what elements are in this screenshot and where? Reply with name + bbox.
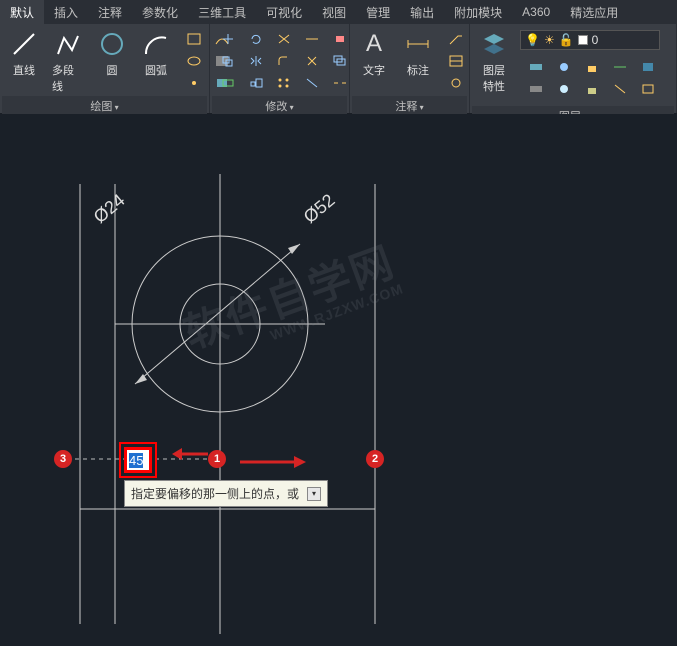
marker-1: 1 [208, 450, 226, 468]
tab-output[interactable]: 输出 [400, 0, 444, 25]
layer-tools [520, 54, 664, 102]
dim-24-text: Ø24 [90, 190, 129, 227]
tab-3dtools[interactable]: 三维工具 [188, 0, 256, 25]
explode-icon[interactable] [300, 52, 324, 70]
layer-lock-icon[interactable] [580, 58, 604, 76]
tab-featured[interactable]: 精选应用 [560, 0, 628, 25]
mirror-icon[interactable] [244, 52, 268, 70]
panel-annotation-title[interactable]: 注释 [352, 96, 467, 116]
color-swatch [578, 35, 588, 45]
drawing-svg: Ø24 Ø52 [0, 114, 677, 646]
tooltip-dropdown-icon[interactable]: ▾ [307, 487, 321, 501]
offset-tooltip: 指定要偏移的那一侧上的点，或 ▾ [124, 480, 328, 507]
dimension-icon [402, 28, 434, 60]
tab-default[interactable]: 默认 [0, 0, 44, 25]
tab-view[interactable]: 视图 [312, 0, 356, 25]
layer-freeze-icon[interactable] [552, 58, 576, 76]
line-icon [8, 28, 40, 60]
break-icon[interactable] [328, 74, 352, 92]
scale-icon[interactable] [244, 74, 268, 92]
arc-icon [140, 28, 172, 60]
arc-button[interactable]: 圆弧 [134, 26, 178, 80]
layer-properties-label: 图层 特性 [483, 62, 505, 94]
tab-annotate[interactable]: 注释 [88, 0, 132, 25]
offset-icon[interactable] [328, 52, 352, 70]
layer-unlock-icon[interactable] [580, 80, 604, 98]
marker-3: 3 [54, 450, 72, 468]
bulb-icon: 💡 [525, 33, 540, 47]
panel-modify: 修改 [210, 24, 350, 113]
table-icon[interactable] [444, 52, 468, 70]
text-icon: A [358, 28, 390, 60]
rect-icon[interactable] [182, 30, 206, 48]
mleader-icon[interactable] [444, 74, 468, 92]
panel-annotation: A 文字 标注 注释 [350, 24, 470, 113]
tab-addins[interactable]: 附加模块 [444, 0, 512, 25]
modify-tools [212, 26, 356, 96]
extend-icon[interactable] [300, 30, 324, 48]
layers-icon [478, 28, 510, 60]
layer-properties-button[interactable]: 图层 特性 [472, 26, 516, 96]
circle-button[interactable]: 圆 [90, 26, 134, 80]
fillet-icon[interactable] [272, 52, 296, 70]
stretch-icon[interactable] [216, 74, 240, 92]
tab-manage[interactable]: 管理 [356, 0, 400, 25]
trim-icon[interactable] [272, 30, 296, 48]
panel-layers: 图层 特性 💡 ☀ 🔓 0 [470, 24, 677, 113]
marker-2: 2 [366, 450, 384, 468]
leader-icon[interactable] [444, 30, 468, 48]
panel-draw: 直线 多段线 圆 圆弧 绘图 [0, 24, 210, 113]
layer-off-icon[interactable] [524, 58, 548, 76]
panel-modify-title[interactable]: 修改 [212, 96, 347, 116]
arrow-right-icon [238, 452, 308, 472]
offset-tooltip-text: 指定要偏移的那一侧上的点，或 [131, 485, 299, 502]
circle-label: 圆 [107, 62, 118, 78]
annot-small [440, 26, 472, 96]
polyline-label: 多段线 [52, 62, 84, 94]
drawing-canvas[interactable]: Ø24 Ø52 软件自学网 WWW.RJZXW.COM 指定要偏移的那一侧上的点… [0, 114, 677, 646]
panel-draw-title[interactable]: 绘图 [2, 96, 207, 116]
layer-iso-icon[interactable] [524, 80, 548, 98]
polyline-button[interactable]: 多段线 [46, 26, 90, 96]
align-icon[interactable] [300, 74, 324, 92]
polyline-icon [52, 28, 84, 60]
layer-state-icon[interactable] [636, 80, 660, 98]
array-icon[interactable] [272, 74, 296, 92]
line-button[interactable]: 直线 [2, 26, 46, 80]
layer-thaw-icon[interactable] [552, 80, 576, 98]
offset-distance-input[interactable] [124, 447, 152, 473]
ribbon-tabs: 默认 插入 注释 参数化 三维工具 可视化 视图 管理 输出 附加模块 A360… [0, 0, 677, 24]
text-button[interactable]: A 文字 [352, 26, 396, 80]
text-label: 文字 [363, 62, 385, 78]
lock-icon: 🔓 [559, 33, 574, 47]
point-icon[interactable] [182, 74, 206, 92]
arrow-left-icon [170, 444, 210, 464]
layer-current-name: 0 [592, 33, 599, 47]
dim-52-text: Ø52 [300, 190, 339, 227]
ellipse-icon[interactable] [182, 52, 206, 70]
dimension-label: 标注 [407, 62, 429, 78]
copy-icon[interactable] [216, 52, 240, 70]
move-icon[interactable] [216, 30, 240, 48]
circle-icon [96, 28, 128, 60]
tab-insert[interactable]: 插入 [44, 0, 88, 25]
sun-icon: ☀ [544, 33, 555, 47]
layer-walk-icon[interactable] [608, 80, 632, 98]
rotate-icon[interactable] [244, 30, 268, 48]
ribbon: 直线 多段线 圆 圆弧 绘图 [0, 24, 677, 114]
dimension-button[interactable]: 标注 [396, 26, 440, 80]
tab-parametric[interactable]: 参数化 [132, 0, 188, 25]
erase-icon[interactable] [328, 30, 352, 48]
tab-visualize[interactable]: 可视化 [256, 0, 312, 25]
line-label: 直线 [13, 62, 35, 78]
layer-combo[interactable]: 💡 ☀ 🔓 0 [520, 30, 660, 50]
layer-prev-icon[interactable] [636, 58, 660, 76]
layer-match-icon[interactable] [608, 58, 632, 76]
tab-a360[interactable]: A360 [512, 1, 560, 23]
arc-label: 圆弧 [145, 62, 167, 78]
